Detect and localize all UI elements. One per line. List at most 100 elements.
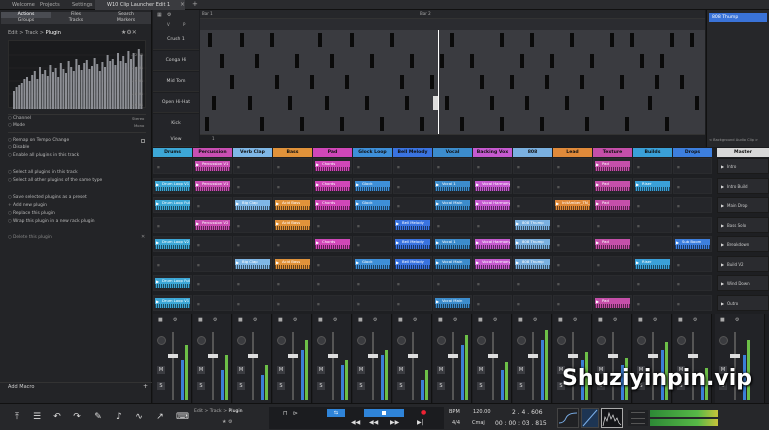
clip[interactable]: ▶ Chords — [315, 200, 350, 210]
clip-slot[interactable]: ■ — [433, 275, 472, 291]
timeline-ruler[interactable]: Bar 1 Bar 2 — [200, 10, 705, 19]
clip[interactable]: ▶ Chords — [315, 161, 350, 171]
gear-icon[interactable]: ⚙ — [373, 317, 377, 323]
drum-note[interactable] — [205, 117, 209, 131]
clip-slot[interactable]: ■ — [673, 275, 712, 291]
lane-label[interactable]: Conga Hi — [153, 51, 199, 71]
drum-note[interactable] — [630, 33, 634, 47]
volume-fader[interactable] — [452, 332, 454, 400]
stop-slot-icon[interactable]: ■ — [637, 282, 640, 286]
drum-note[interactable] — [270, 33, 274, 47]
clip[interactable]: ▶ Pad — [595, 200, 630, 210]
spectrum-analyzer[interactable]: -12 dB -24 dB -36 dB -48 dB -60 dB — [8, 40, 147, 109]
volume-fader[interactable] — [412, 332, 414, 400]
solo-button[interactable]: S — [197, 382, 205, 390]
clip-slot[interactable]: ■ — [633, 158, 672, 174]
solo-button[interactable]: S — [437, 382, 445, 390]
track-header[interactable]: Bass — [273, 148, 312, 157]
send-icon[interactable]: ■ — [238, 317, 243, 323]
clip-title[interactable]: 808 Thump — [709, 13, 767, 22]
piano-icon[interactable]: ▦ — [157, 12, 162, 18]
time-signature[interactable]: 4/4 — [452, 420, 460, 426]
drum-note[interactable] — [655, 75, 659, 89]
clip-slot[interactable]: ■ — [193, 255, 232, 272]
lane-label[interactable]: Kick — [153, 114, 199, 134]
clip-slot[interactable]: ■ — [393, 197, 432, 213]
clip[interactable]: ▶ Drum Loop Full — [155, 200, 190, 210]
fader-handle[interactable] — [208, 354, 218, 358]
pan-knob[interactable] — [677, 336, 686, 345]
clip-slot[interactable]: ▶ Pad — [593, 294, 632, 311]
stop-slot-icon[interactable]: ■ — [197, 263, 200, 267]
stop-slot-icon[interactable]: ■ — [637, 204, 640, 208]
fader-handle[interactable] — [368, 354, 378, 358]
mute-button[interactable]: M — [357, 366, 365, 374]
forward-icon[interactable]: ▶▶ — [390, 419, 399, 426]
drum-note[interactable] — [370, 54, 374, 68]
stop-slot-icon[interactable]: ■ — [517, 204, 520, 208]
fader-handle[interactable] — [688, 354, 698, 358]
drum-note[interactable] — [660, 54, 664, 68]
loop-button[interactable]: ⇆ — [327, 409, 345, 417]
stop-slot-icon[interactable]: ■ — [557, 263, 560, 267]
clip[interactable]: ▶ Drum Loop V1 — [155, 180, 190, 191]
drum-note[interactable] — [670, 33, 674, 47]
pan-knob[interactable] — [719, 336, 728, 345]
stop-slot-icon[interactable]: ■ — [597, 263, 600, 267]
mute-button[interactable]: M — [317, 366, 325, 374]
volume-fader[interactable] — [532, 332, 534, 400]
breadcrumb-track[interactable]: Track — [25, 30, 38, 36]
clip-slot[interactable]: ▶ Chords — [313, 177, 352, 194]
clip-slot[interactable]: ■ — [513, 294, 552, 311]
stop-slot-icon[interactable]: ■ — [197, 243, 200, 247]
lane-label[interactable]: Mid Tom — [153, 72, 199, 92]
clip-slot[interactable]: ▶ Vocal Harmony — [473, 255, 512, 272]
track-header[interactable]: Pad — [313, 148, 352, 157]
stop-slot-icon[interactable]: ■ — [237, 165, 240, 169]
pan-knob[interactable] — [157, 336, 166, 345]
stop-slot-icon[interactable]: ■ — [517, 282, 520, 286]
clip[interactable]: ▶ Riser — [635, 258, 670, 269]
volume-fader[interactable] — [212, 332, 214, 400]
clip-slot[interactable]: ■ — [353, 216, 392, 233]
clip[interactable]: ▶ Sub Boom — [675, 239, 710, 249]
drum-note[interactable] — [288, 96, 292, 110]
drum-note[interactable] — [295, 54, 299, 68]
clip[interactable]: ▶ Glock — [355, 200, 390, 210]
stop-slot-icon[interactable]: ■ — [157, 224, 160, 228]
channel-row[interactable]: ○Channel — [8, 116, 31, 122]
clip-slot[interactable]: ■ — [473, 216, 512, 233]
stop-slot-icon[interactable]: ■ — [517, 165, 520, 169]
clip-slot[interactable]: ■ — [233, 177, 272, 194]
drum-note[interactable] — [625, 117, 629, 131]
play-scene-icon[interactable]: ▶ — [721, 218, 724, 234]
gear-icon[interactable]: ⚙ — [293, 317, 297, 323]
remap-checkbox[interactable] — [141, 139, 145, 143]
send-icon[interactable]: ■ — [598, 317, 603, 323]
stop-slot-icon[interactable]: ■ — [677, 263, 680, 267]
menu-add-plugin[interactable]: +Add new plugin — [8, 203, 47, 209]
clip[interactable]: ▶ Pad — [595, 180, 630, 191]
clip[interactable]: ▶ Vocal 1 — [435, 239, 470, 249]
track-header[interactable]: Backing Vox — [473, 148, 512, 157]
clip[interactable]: ▶ Drum Loop V2 — [155, 239, 190, 249]
add-tab-button[interactable]: + — [192, 0, 198, 8]
send-icon[interactable]: ■ — [198, 317, 203, 323]
menu-delete-plugin[interactable]: ○Delete this plugin — [8, 235, 52, 241]
drum-note[interactable] — [230, 75, 234, 89]
clip-slot[interactable]: ■ — [593, 275, 632, 291]
track-header[interactable]: Drums — [153, 148, 192, 157]
scene-launch[interactable]: ▶ Bass Solo — [717, 216, 769, 234]
scene-launch[interactable]: ▶ Outro — [717, 294, 769, 311]
send-icon[interactable]: ■ — [318, 317, 323, 323]
clip-slot[interactable]: ■ — [313, 294, 352, 311]
gear-icon[interactable]: ⚙ — [173, 317, 177, 323]
stop-slot-icon[interactable]: ■ — [637, 224, 640, 228]
stop-slot-icon[interactable]: ■ — [637, 302, 640, 306]
lane-label[interactable]: Open Hi-Hat — [153, 93, 199, 113]
fader-handle[interactable] — [730, 354, 740, 358]
clip-slot[interactable]: ■ — [513, 158, 552, 174]
scene-launch[interactable]: ▶ Intro Build — [717, 177, 769, 194]
drum-note[interactable] — [445, 96, 449, 110]
wrench-icon[interactable]: ✎ — [93, 412, 103, 422]
